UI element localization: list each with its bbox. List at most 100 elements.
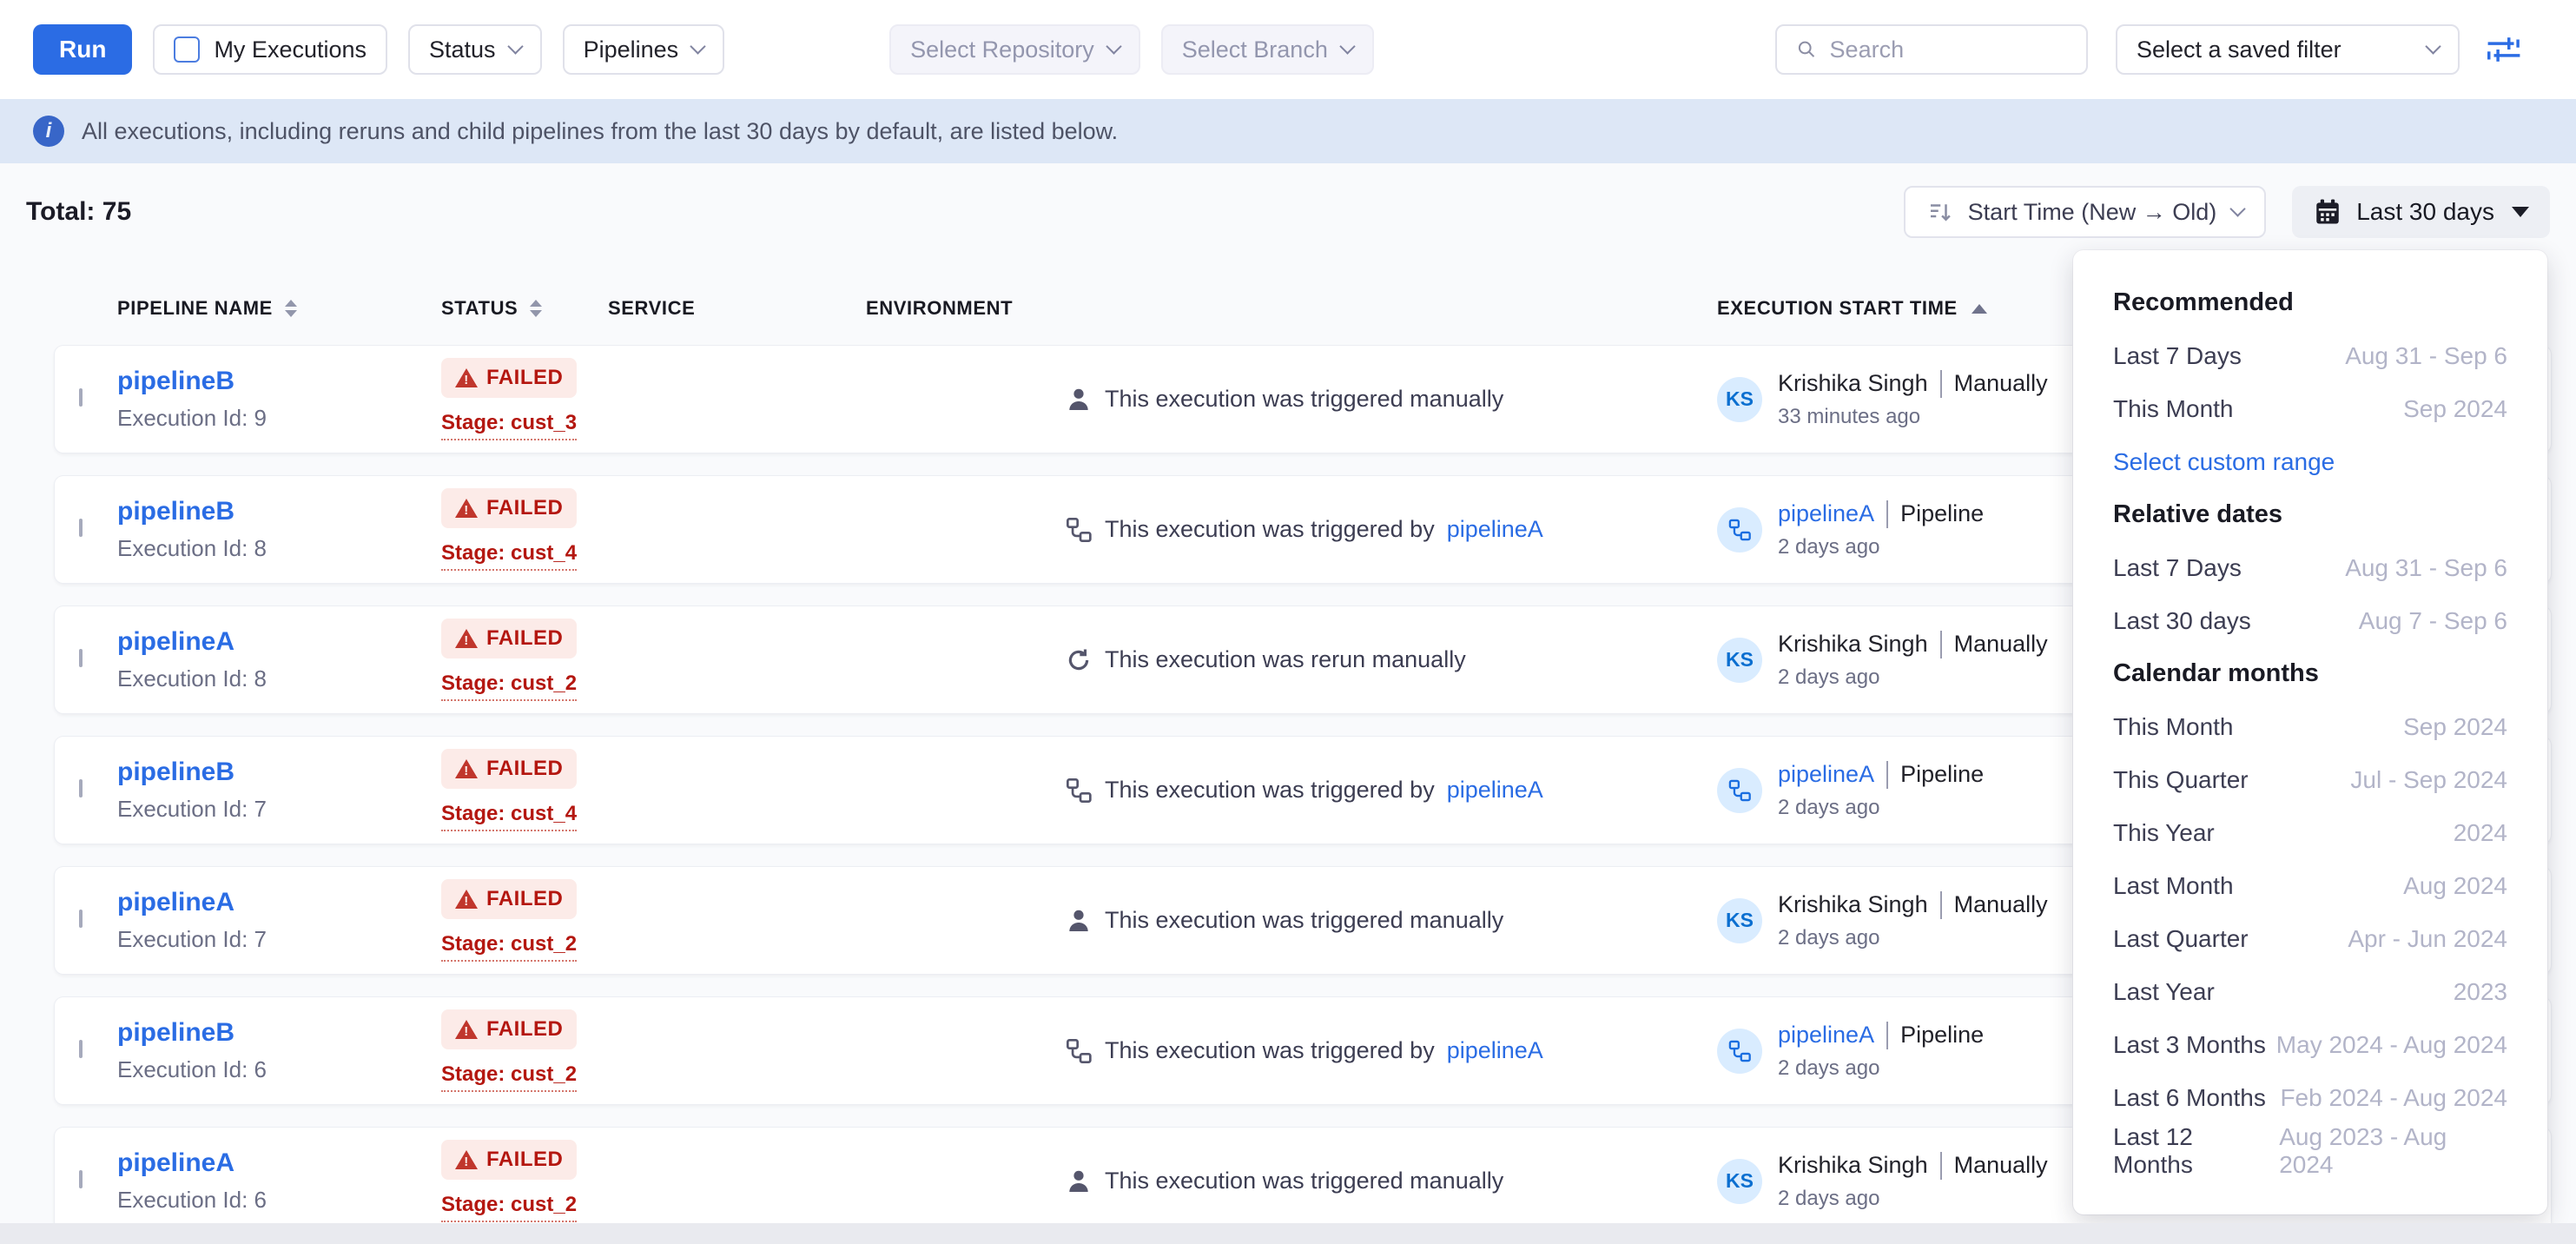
expand-chevron-icon[interactable] (79, 1170, 83, 1188)
menu-item[interactable]: Last 7 Days Aug 31 - Sep 6 (2113, 541, 2507, 594)
sort-select[interactable]: Start Time (New → Old) (1904, 186, 2267, 238)
menu-item[interactable]: Last 7 Days Aug 31 - Sep 6 (2113, 329, 2507, 382)
status-filter-label: Status (429, 36, 496, 63)
executor-pipeline-link[interactable]: pipelineA (1778, 500, 1874, 527)
menu-item[interactable]: This Month Sep 2024 (2113, 700, 2507, 753)
execution-id: Execution Id: 7 (117, 926, 441, 953)
trigger-text: This execution was triggered manually (1105, 1168, 1503, 1194)
menu-item[interactable]: Last Year 2023 (2113, 965, 2507, 1018)
warning-icon (455, 890, 478, 909)
menu-item[interactable]: This Quarter Jul - Sep 2024 (2113, 753, 2507, 806)
trigger-mode: Manually (1954, 631, 2048, 658)
menu-item[interactable]: Last 12 Months Aug 2023 - Aug 2024 (2113, 1124, 2507, 1177)
checkbox-icon[interactable] (174, 36, 200, 63)
expand-chevron-icon[interactable] (79, 649, 83, 667)
chevron-down-icon (690, 38, 705, 54)
warning-icon (455, 1150, 478, 1169)
menu-item[interactable]: Last Month Aug 2024 (2113, 859, 2507, 912)
status-filter-select[interactable]: Status (408, 24, 542, 75)
header-pipeline-name[interactable]: PIPELINE NAME (117, 297, 441, 320)
sort-ascending-icon[interactable] (1972, 304, 1987, 314)
rerun-icon (1065, 646, 1093, 674)
branch-select[interactable]: Select Branch (1161, 24, 1374, 75)
run-button[interactable]: Run (33, 24, 132, 75)
menu-item[interactable]: Last Quarter Apr - Jun 2024 (2113, 912, 2507, 965)
pipeline-name-link[interactable]: pipelineB (117, 497, 441, 526)
menu-item[interactable]: This Year 2024 (2113, 806, 2507, 859)
status-badge: FAILED (441, 749, 577, 789)
execution-time: 2 days ago (1778, 1056, 1984, 1081)
select-custom-range-link[interactable]: Select custom range (2113, 435, 2507, 488)
warning-icon (455, 629, 478, 648)
trigger-text: This execution was rerun manually (1105, 646, 1466, 673)
pipeline-name-link[interactable]: pipelineA (117, 627, 441, 657)
stage-link[interactable]: Stage: cust_2 (441, 672, 577, 701)
status-badge: FAILED (441, 619, 577, 658)
pipeline-icon (1727, 778, 1752, 803)
pipeline-icon (1065, 516, 1093, 544)
executions-page: Run My Executions Status Pipelines Selec… (0, 0, 2576, 1244)
expand-chevron-icon[interactable] (79, 1040, 83, 1058)
stage-link[interactable]: Stage: cust_2 (441, 932, 577, 962)
executor-avatar: KS (1717, 638, 1762, 683)
trigger-mode: Pipeline (1900, 1022, 1984, 1049)
saved-filter-select[interactable]: Select a saved filter (2116, 24, 2460, 75)
stage-link[interactable]: Stage: cust_3 (441, 411, 577, 440)
executor-avatar: KS (1717, 898, 1762, 943)
stage-link[interactable]: Stage: cust_2 (441, 1193, 577, 1222)
divider (1886, 1022, 1888, 1049)
expand-chevron-icon[interactable] (79, 519, 83, 537)
search-box[interactable] (1775, 24, 2088, 75)
pipeline-name-link[interactable]: pipelineA (117, 888, 441, 917)
pipeline-name-link[interactable]: pipelineB (117, 1018, 441, 1048)
stage-link[interactable]: Stage: cust_4 (441, 541, 577, 571)
expand-chevron-icon[interactable] (79, 779, 83, 797)
status-badge: FAILED (441, 488, 577, 528)
execution-id: Execution Id: 6 (117, 1187, 441, 1214)
pipeline-icon (1065, 777, 1093, 804)
menu-item[interactable]: Last 6 Months Feb 2024 - Aug 2024 (2113, 1071, 2507, 1124)
header-environment: ENVIRONMENT (866, 297, 1065, 320)
date-range-menu: Recommended Last 7 Days Aug 31 - Sep 6 T… (2073, 250, 2547, 1214)
status-badge: FAILED (441, 358, 577, 398)
date-range-button[interactable]: Last 30 days (2292, 186, 2550, 238)
filter-settings-button[interactable] (2484, 30, 2524, 69)
divider (1940, 631, 1942, 658)
trigger-pipeline-link[interactable]: pipelineA (1447, 516, 1543, 543)
expand-chevron-icon[interactable] (79, 910, 83, 928)
executor-pipeline-link[interactable]: pipelineA (1778, 761, 1874, 788)
pipelines-filter-select[interactable]: Pipelines (563, 24, 725, 75)
pipeline-name-link[interactable]: pipelineA (117, 1148, 441, 1178)
warning-icon (455, 1020, 478, 1039)
stage-link[interactable]: Stage: cust_4 (441, 802, 577, 831)
trigger-pipeline-link[interactable]: pipelineA (1447, 1037, 1543, 1064)
executor-name: Krishika Singh (1778, 370, 1928, 397)
header-status[interactable]: STATUS (441, 297, 608, 320)
sort-arrows-icon[interactable] (285, 300, 297, 317)
search-input[interactable] (1830, 36, 2067, 63)
trigger-mode: Manually (1954, 891, 2048, 918)
expand-chevron-icon[interactable] (79, 388, 83, 407)
trigger-text: This execution was triggered by (1105, 516, 1435, 543)
chevron-down-icon (1339, 38, 1355, 54)
trigger-pipeline-link[interactable]: pipelineA (1447, 777, 1543, 804)
menu-item[interactable]: This Month Sep 2024 (2113, 382, 2507, 435)
horizontal-scrollbar[interactable] (0, 1223, 2576, 1244)
repository-select[interactable]: Select Repository (889, 24, 1140, 75)
menu-item[interactable]: Last 3 Months May 2024 - Aug 2024 (2113, 1018, 2507, 1071)
executor-avatar: KS (1717, 1159, 1762, 1204)
menu-item[interactable]: Last 30 days Aug 7 - Sep 6 (2113, 594, 2507, 647)
executor-avatar (1717, 507, 1762, 553)
executor-pipeline-link[interactable]: pipelineA (1778, 1022, 1874, 1049)
execution-time: 2 days ago (1778, 796, 1984, 820)
executor-avatar: KS (1717, 377, 1762, 422)
trigger-mode: Manually (1954, 1152, 2048, 1179)
pipeline-icon (1727, 518, 1752, 542)
sort-arrows-icon[interactable] (530, 300, 542, 317)
pipeline-name-link[interactable]: pipelineB (117, 758, 441, 787)
stage-link[interactable]: Stage: cust_2 (441, 1062, 577, 1092)
my-executions-checkbox[interactable]: My Executions (153, 24, 387, 75)
execution-time: 33 minutes ago (1778, 405, 2048, 429)
menu-section-title: Recommended (2113, 276, 2507, 329)
pipeline-name-link[interactable]: pipelineB (117, 367, 441, 396)
